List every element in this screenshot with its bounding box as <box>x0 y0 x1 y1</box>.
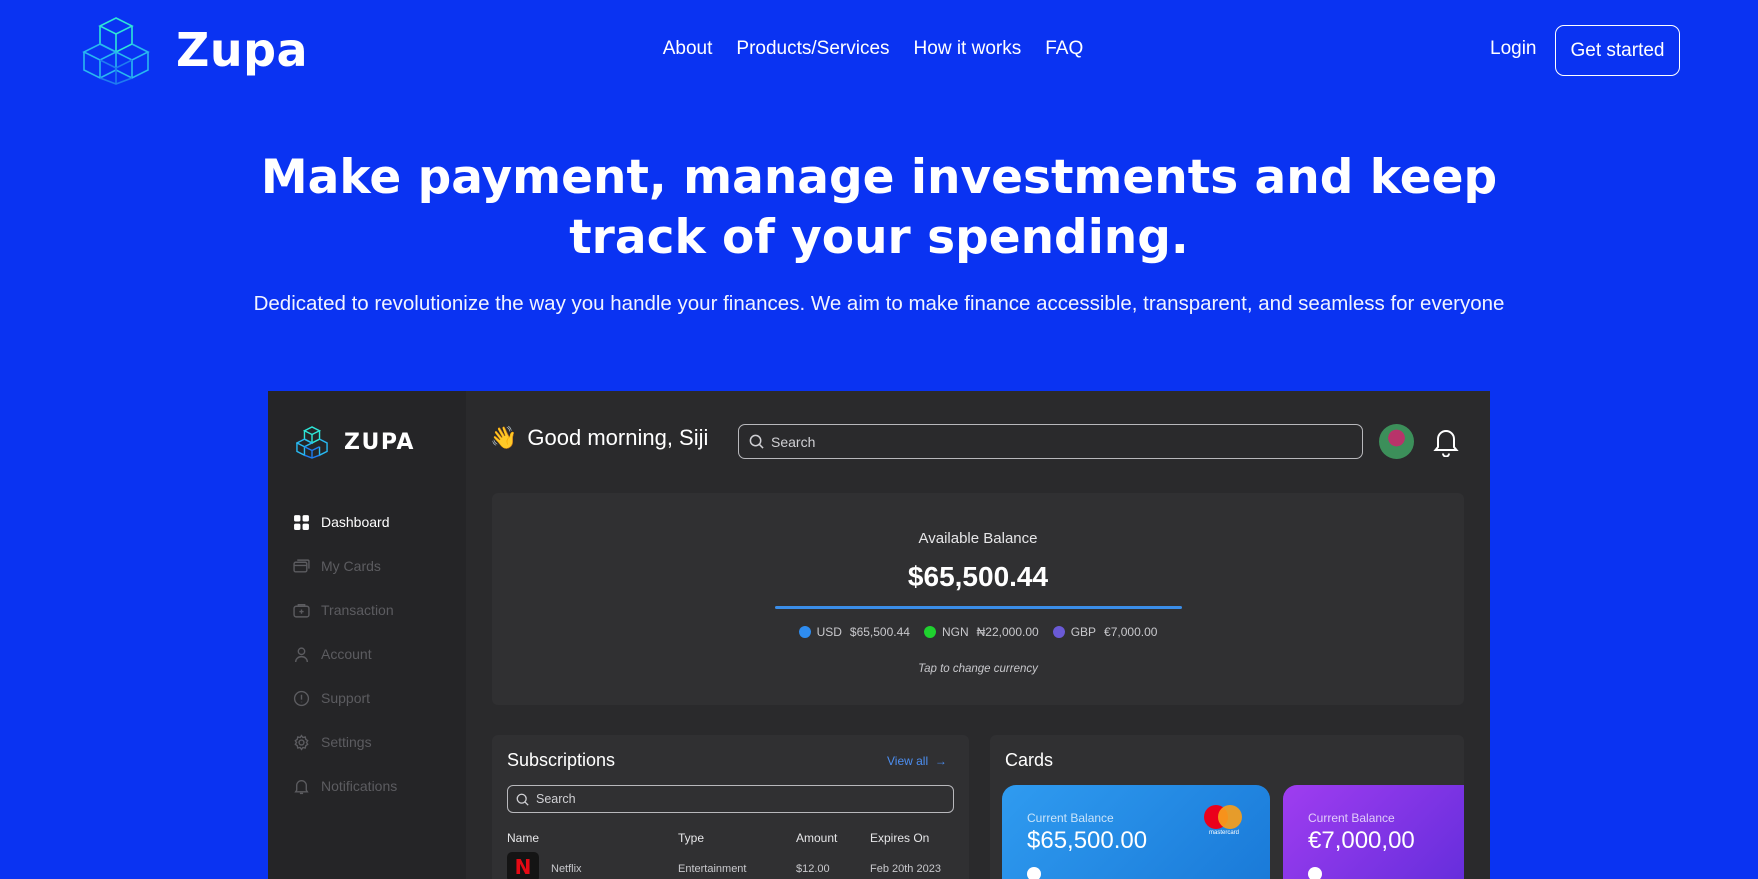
currency-code: NGN <box>941 625 969 639</box>
currency-list: USD $65,500.44 NGN ₦22,000.00 GBP €7,000… <box>492 625 1464 639</box>
netflix-logo-icon: N <box>507 852 539 879</box>
arrow-right-icon: → <box>931 754 947 768</box>
hero-title: Make payment, manage investments and kee… <box>0 148 1758 268</box>
table-row[interactable]: N Netflix Entertainment $12.00 Feb 20th … <box>492 852 969 879</box>
sidebar-item-label: Transaction <box>321 602 394 618</box>
sidebar-item-label: My Cards <box>321 558 381 574</box>
grid-icon <box>292 513 310 531</box>
currency-dot <box>798 626 811 638</box>
sidebar-item-label: Dashboard <box>321 514 390 530</box>
mastercard-logo-icon: mastercard <box>1204 805 1246 841</box>
column-header-type: Type <box>678 831 705 845</box>
row-type: Entertainment <box>678 863 747 875</box>
currency-ngn[interactable]: NGN ₦22,000.00 <box>923 625 1039 639</box>
card-balance-label: Current Balance <box>1027 811 1114 825</box>
search-input[interactable] <box>771 433 1323 450</box>
card-usd[interactable]: Current Balance $65,500.00 mastercard <box>1002 785 1270 879</box>
currency-dot <box>1052 626 1065 638</box>
subscriptions-search-input[interactable] <box>536 792 930 806</box>
sidebar-item-label: Support <box>321 690 371 706</box>
eye-icon[interactable] <box>1308 867 1322 879</box>
sidebar-item-account[interactable]: Account <box>292 645 372 663</box>
sidebar-item-label: Account <box>321 646 372 662</box>
waving-hand-icon: 👋 <box>490 425 518 450</box>
currency-gbp[interactable]: GBP €7,000.00 <box>1052 625 1158 639</box>
cards-title: Cards <box>1005 750 1054 770</box>
sidebar-item-notifications[interactable]: Notifications <box>292 777 397 795</box>
notification-bell-icon[interactable] <box>1431 425 1461 457</box>
hero-subtitle: Dedicated to revolutionize the way you h… <box>253 292 1505 315</box>
dashboard-search[interactable] <box>738 424 1363 459</box>
currency-dot <box>923 626 936 638</box>
card-balance-value: $65,500.00 <box>1027 827 1148 854</box>
column-header-expires-on: Expires On <box>870 831 930 845</box>
currency-code: USD <box>816 625 842 639</box>
nav-link-how-it-works[interactable]: How it works <box>914 38 1022 60</box>
card-eur[interactable]: Current Balance €7,000,00 <box>1283 785 1464 879</box>
top-nav: Zupa About Products/Services How it work… <box>0 0 1758 100</box>
search-icon <box>749 434 764 449</box>
sidebar-item-label: Notifications <box>321 778 398 794</box>
greeting: 👋 Good morning, Siji <box>490 425 708 451</box>
sidebar-item-my-cards[interactable]: My Cards <box>292 557 381 575</box>
hero-title-line-2: track of your spending. <box>569 210 1189 265</box>
column-header-name: Name <box>507 831 540 845</box>
gear-icon <box>292 733 310 751</box>
card-balance-value: €7,000,00 <box>1308 827 1415 854</box>
info-icon <box>292 689 310 707</box>
sidebar-item-support[interactable]: Support <box>292 689 370 707</box>
balance-divider <box>775 606 1182 609</box>
wallet-icon <box>292 601 310 619</box>
sidebar-item-label: Settings <box>321 734 372 750</box>
dashboard-brand[interactable]: ZUPA <box>296 425 415 459</box>
cards-panel: Cards Current Balance $65,500.00 masterc… <box>990 735 1464 879</box>
nav-link-about[interactable]: About <box>663 38 713 60</box>
card-balance-label: Current Balance <box>1308 811 1395 825</box>
login-link[interactable]: Login <box>1490 38 1537 60</box>
sidebar-item-settings[interactable]: Settings <box>292 733 372 751</box>
currency-hint: Tap to change currency <box>918 663 1038 675</box>
row-name: Netflix <box>551 863 582 875</box>
bell-icon <box>292 777 310 795</box>
balance-value: $65,500.44 <box>907 561 1049 592</box>
user-icon <box>292 645 310 663</box>
dashboard-preview: ZUPA Dashboard My Cards Transaction Acco… <box>268 391 1490 879</box>
currency-code: GBP <box>1070 625 1097 639</box>
currency-amount: $65,500.44 <box>849 625 910 639</box>
dashboard-sidebar: ZUPA Dashboard My Cards Transaction Acco… <box>268 391 466 879</box>
row-amount: $12.00 <box>796 863 830 875</box>
currency-usd[interactable]: USD $65,500.44 <box>798 625 910 639</box>
currency-amount: €7,000.00 <box>1104 625 1158 639</box>
column-header-amount: Amount <box>796 831 838 845</box>
eye-icon[interactable] <box>1027 867 1041 879</box>
currency-amount: ₦22,000.00 <box>976 625 1039 639</box>
sidebar-item-transaction[interactable]: Transaction <box>292 601 394 619</box>
subscriptions-panel: Subscriptions View all → Name Type Amoun… <box>492 735 969 879</box>
nav-link-products-services[interactable]: Products/Services <box>736 38 889 60</box>
search-icon <box>516 793 529 806</box>
subscriptions-search[interactable] <box>507 785 954 813</box>
card-icon <box>292 557 310 575</box>
dashboard-brand-name: ZUPA <box>344 429 415 455</box>
balance-panel[interactable]: Available Balance $65,500.44 USD $65,500… <box>492 493 1464 705</box>
balance-label: Available Balance <box>918 530 1038 547</box>
greeting-text: Good morning, Siji <box>527 425 709 450</box>
view-all-label: View all <box>887 754 929 768</box>
row-expires: Feb 20th 2023 <box>870 863 941 875</box>
nav-link-faq[interactable]: FAQ <box>1045 38 1083 60</box>
cube-logo-icon <box>296 426 328 459</box>
view-all-link[interactable]: View all → <box>887 754 947 768</box>
get-started-button[interactable]: Get started <box>1555 25 1680 76</box>
card-brand: mastercard <box>1208 830 1239 836</box>
subscriptions-title: Subscriptions <box>507 750 616 770</box>
hero-title-line-1: Make payment, manage investments and kee… <box>260 150 1498 205</box>
avatar[interactable] <box>1379 424 1414 459</box>
sidebar-item-dashboard[interactable]: Dashboard <box>292 513 390 531</box>
